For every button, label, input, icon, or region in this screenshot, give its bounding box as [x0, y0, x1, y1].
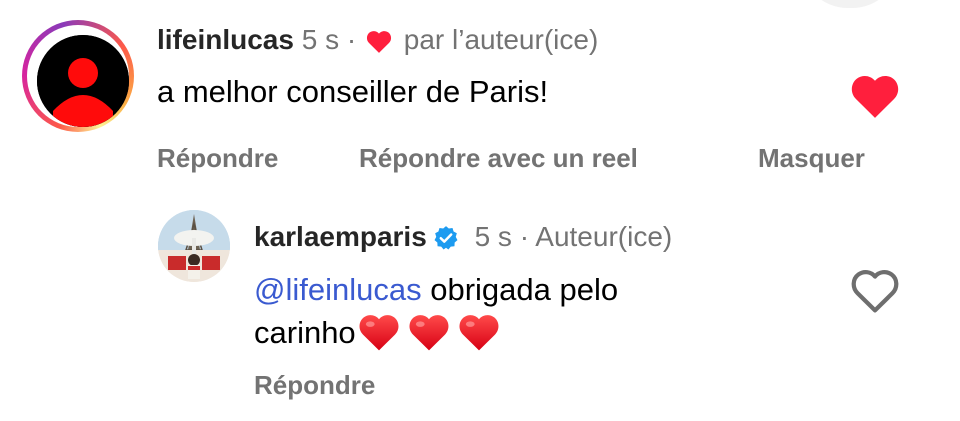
reply-time: 5 s [474, 221, 512, 252]
overlay-edge [800, 0, 900, 8]
reply-avatar[interactable] [158, 210, 230, 282]
meta-separator: · [519, 221, 530, 252]
reply-header: karlaemparis 5 s · Auteur(ice) [254, 219, 672, 260]
red-heart-emoji-icon [358, 313, 400, 362]
reply-text-line1: obrigada pelo [430, 272, 619, 307]
comment-header: lifeinlucas 5 s · par l’auteur(ice) [157, 22, 598, 62]
comment-text: a melhor conseiller de Paris! [157, 74, 549, 109]
red-heart-emoji-icon [458, 313, 500, 362]
author-role-label: Auteur(ice) [535, 221, 673, 252]
meta-separator: · [346, 24, 357, 55]
comment-time: 5 s [301, 24, 340, 55]
reply-button[interactable]: Répondre [157, 140, 278, 176]
liked-by-author-label: par l’auteur(ice) [403, 24, 599, 55]
reply-username[interactable]: karlaemparis [254, 221, 427, 252]
reply-with-reel-button[interactable]: Répondre avec un reel [359, 140, 638, 176]
hide-button[interactable]: Masquer [758, 140, 865, 176]
small-red-heart-icon [366, 26, 392, 62]
mention-link[interactable]: @lifeinlucas [254, 272, 422, 307]
red-heart-emoji-icon [408, 313, 450, 362]
avatar-story-ring[interactable] [22, 20, 134, 132]
reply-text-line2: carinho [254, 315, 356, 350]
comment-username[interactable]: lifeinlucas [157, 24, 294, 55]
reply-button[interactable]: Répondre [254, 370, 375, 400]
reply-actions: Répondre [254, 367, 375, 403]
heart-filled-icon[interactable] [850, 74, 900, 123]
reply-text: @lifeinlucas obrigada pelo carinho [254, 268, 814, 362]
avatar [37, 35, 129, 127]
heart-outline-icon[interactable] [850, 268, 900, 319]
comment-thread: lifeinlucas 5 s · par l’auteur(ice) a me… [0, 0, 960, 421]
verified-badge-icon [433, 224, 459, 260]
